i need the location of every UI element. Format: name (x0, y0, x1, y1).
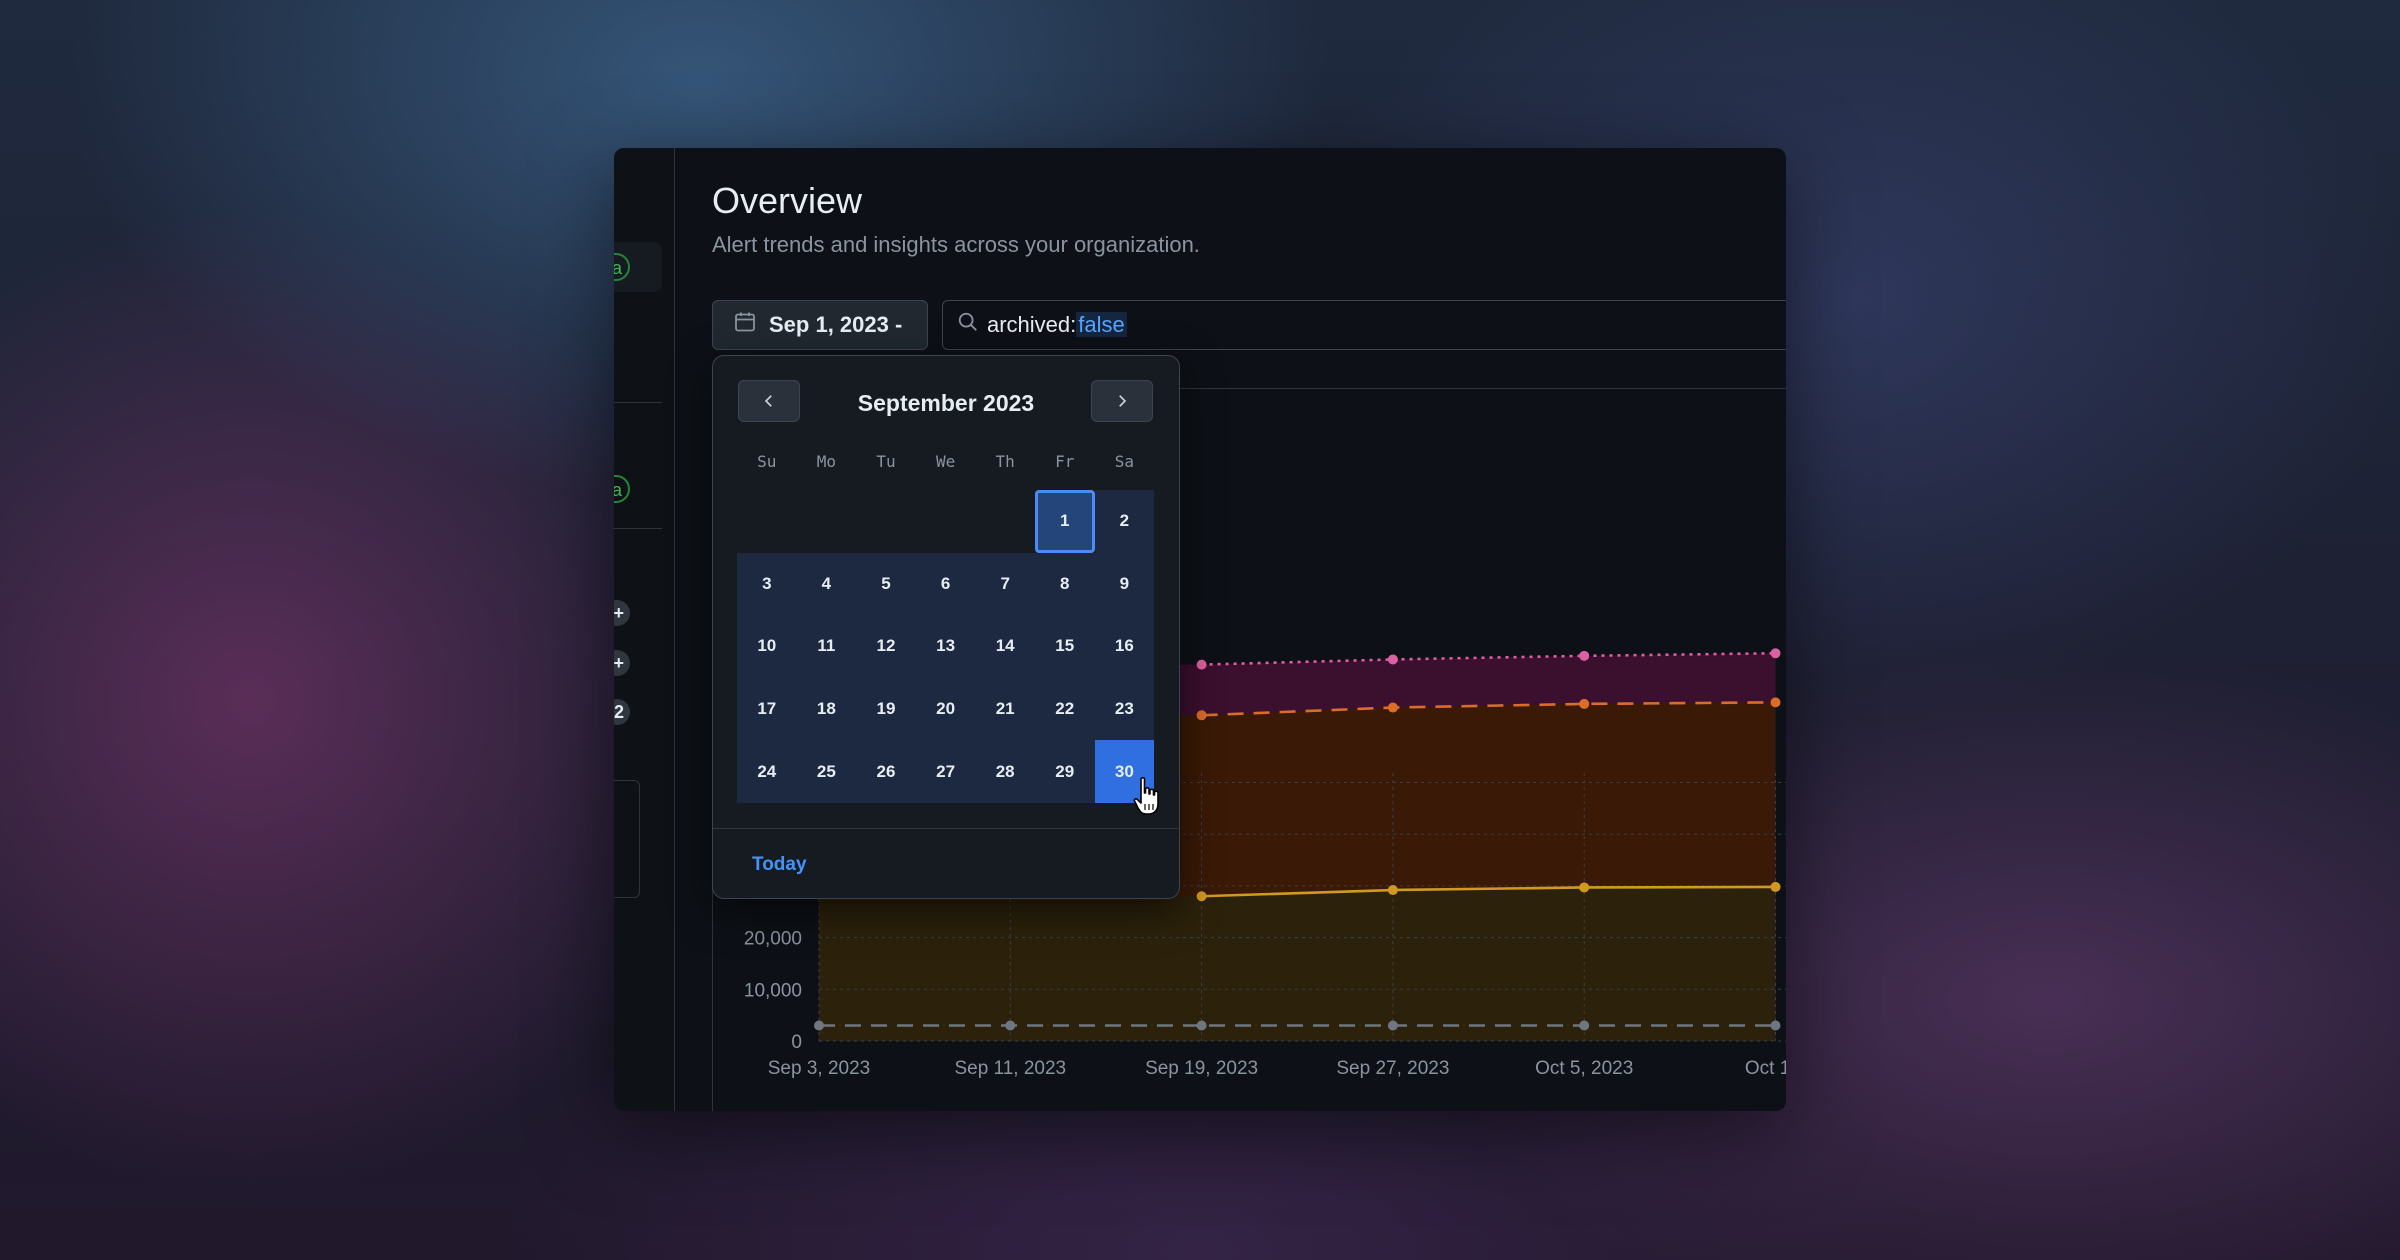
y-tick-label: 0 (791, 1032, 802, 1053)
calendar-week-row: 10 11 12 13 14 15 16 (737, 615, 1155, 678)
series-area (819, 1025, 1776, 1041)
calendar-day[interactable]: 20 (915, 677, 976, 741)
calendar-empty-cell (975, 490, 1035, 553)
data-point (1579, 1020, 1590, 1031)
calendar-day[interactable]: 24 (737, 740, 797, 803)
calendar-empty-cell (797, 490, 857, 553)
data-point (1770, 1020, 1781, 1031)
calendar-day[interactable]: 2 (1094, 490, 1155, 553)
weekday-header: Su Mo Tu We Th Fr Sa (737, 452, 1154, 471)
calendar-day[interactable]: 1 (1034, 490, 1095, 553)
data-point (1579, 650, 1590, 661)
calendar-day[interactable]: 17 (737, 677, 797, 741)
calendar-day[interactable]: 6 (915, 552, 976, 616)
calendar-day[interactable]: 25 (796, 740, 857, 803)
data-point (1196, 1020, 1207, 1031)
weekday-label: We (935, 452, 956, 471)
x-tick-label: Sep 3, 2023 (768, 1058, 870, 1079)
calendar-week-row: 24 25 26 27 28 29 30 (737, 740, 1155, 803)
calendar-day[interactable]: 3 (737, 552, 797, 616)
calendar-day[interactable]: 9 (1094, 552, 1155, 616)
calendar-day[interactable]: 16 (1094, 615, 1155, 678)
calendar-week-row: 3456789 (737, 552, 1155, 616)
calendar-day[interactable]: 7 (975, 552, 1035, 616)
y-tick-label: 10,000 (744, 980, 802, 1001)
calendar-day[interactable]: 12 (856, 615, 916, 678)
calendar-empty-cell (737, 490, 797, 553)
calendar-day[interactable]: 18 (796, 677, 857, 741)
calendar-day[interactable]: 13 (915, 615, 976, 678)
calendar-day[interactable]: 22 (1034, 677, 1095, 741)
calendar-day[interactable]: 23 (1094, 677, 1155, 741)
calendar-empty-cell (856, 490, 916, 553)
series-area (819, 886, 1776, 1041)
today-button[interactable]: Today (752, 854, 807, 876)
data-point (1770, 881, 1781, 892)
calendar-day[interactable]: 26 (856, 740, 916, 803)
calendar-day[interactable]: 8 (1034, 552, 1095, 616)
data-point (1196, 891, 1207, 902)
calendar-day[interactable]: 21 (975, 677, 1035, 741)
calendar-week-row: 17 18 19 20 21 22 23 (737, 677, 1155, 741)
calendar-day[interactable]: 14 (975, 615, 1035, 678)
x-tick-label: Sep 11, 2023 (954, 1058, 1066, 1079)
next-month-button[interactable] (1091, 380, 1153, 422)
calendar-day[interactable]: 27 (915, 740, 976, 803)
date-picker-popover: September 2023 Su Mo Tu We Th Fr Sa 1234567891… (712, 355, 1180, 899)
calendar-day[interactable]: 19 (856, 677, 916, 741)
calendar-day[interactable]: 29 (1034, 740, 1095, 803)
calendar-day[interactable]: 15 (1034, 615, 1095, 678)
calendar-day[interactable]: 28 (975, 740, 1035, 803)
data-point (1387, 702, 1398, 713)
calendar-empty-cell (916, 490, 976, 553)
x-tick-label: Sep 27, 2023 (1336, 1058, 1449, 1079)
y-tick-label: 20,000 (744, 929, 802, 950)
weekday-label: Tu (876, 452, 896, 471)
weekday-label: Fr (1055, 452, 1075, 471)
data-point (1196, 659, 1207, 670)
data-point (1387, 1020, 1398, 1031)
x-tick-label: Oct 13, (1745, 1058, 1786, 1079)
hand-cursor-icon (1133, 777, 1159, 815)
data-point (1387, 885, 1398, 896)
x-tick-label: Sep 19, 2023 (1145, 1058, 1258, 1079)
data-point (1196, 710, 1207, 721)
data-point (814, 1020, 824, 1031)
data-point (1770, 648, 1781, 659)
weekday-label: Mo (816, 452, 837, 471)
data-point (1579, 882, 1590, 893)
calendar-day-grid: 1 2 3 4 5 6 7 8 9 10 11 12 13 14 15 16 17 18 19 20 21 22 23 24 2… (737, 490, 1155, 803)
calendar-day[interactable]: 10 (737, 615, 797, 678)
calendar-day[interactable]: 5 (856, 552, 916, 616)
weekday-label: Sa (1114, 452, 1134, 471)
calendar-day[interactable]: 11 (796, 615, 857, 678)
data-point (1770, 697, 1781, 708)
data-point (1387, 654, 1398, 665)
weekday-label: Su (757, 452, 777, 471)
data-point (1579, 698, 1590, 709)
calendar-footer-divider (713, 828, 1179, 829)
calendar-week-row: 12 (737, 490, 1155, 553)
data-point (1005, 1020, 1016, 1031)
x-tick-label: Oct 5, 2023 (1535, 1058, 1633, 1079)
calendar-day[interactable]: 4 (796, 552, 857, 616)
weekday-label: Th (995, 452, 1015, 471)
chevron-right-icon (1119, 395, 1127, 407)
